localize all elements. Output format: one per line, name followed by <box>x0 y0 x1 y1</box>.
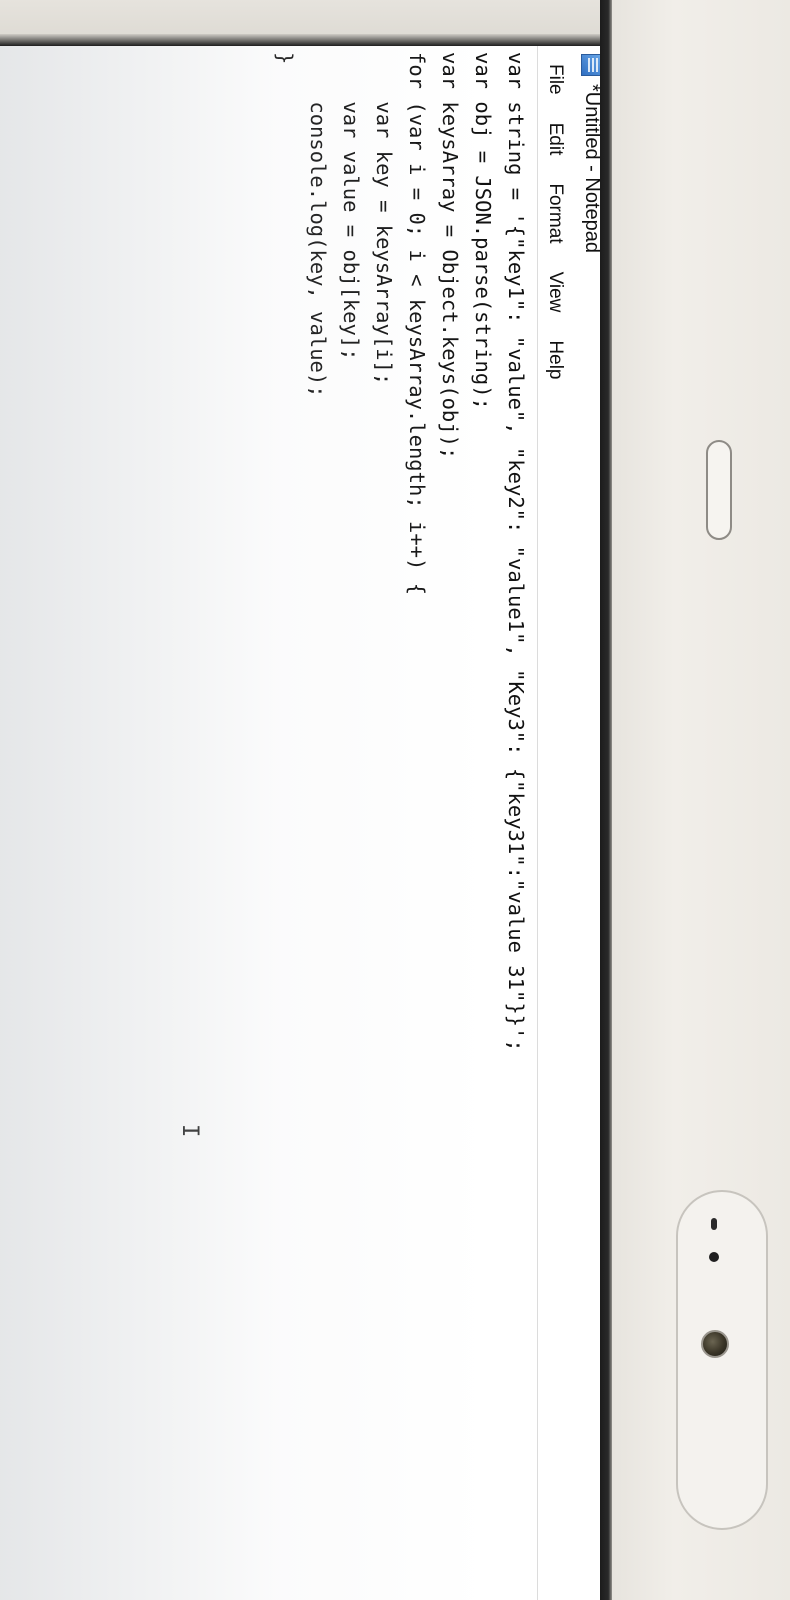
code-line: var keysArray = Object.keys(obj); <box>438 52 462 460</box>
menu-help[interactable]: Help <box>542 336 568 383</box>
code-line: } <box>273 52 297 65</box>
code-line: var value = obj[key]; <box>339 52 363 361</box>
sensor-icon <box>711 1218 717 1230</box>
camera-lens-icon <box>701 1330 729 1358</box>
code-line: var string = '{"key1": "value", "key2": … <box>504 52 528 1052</box>
code-line: var key = keysArray[i]; <box>372 52 396 386</box>
menu-bar: File Edit Format View Help <box>537 46 572 1600</box>
code-line: console.log(key, value); <box>306 52 330 398</box>
photo-scene: *Untitled - Notepad File Edit Format Vie… <box>0 0 790 1600</box>
monitor-button[interactable] <box>706 440 732 540</box>
code-line: for (var i = 0; i < keysArray.length; i+… <box>405 52 429 596</box>
menu-format[interactable]: Format <box>542 179 568 247</box>
menu-file[interactable]: File <box>542 60 568 99</box>
code-line: var obj = JSON.parse(string); <box>471 52 495 410</box>
camera-housing <box>676 1190 768 1530</box>
indicator-light-icon <box>709 1252 719 1262</box>
i-beam-cursor-icon: I <box>177 1124 202 1138</box>
monitor-top-edge <box>0 34 612 46</box>
menu-edit[interactable]: Edit <box>542 119 568 160</box>
notepad-window: *Untitled - Notepad File Edit Format Vie… <box>0 46 610 1600</box>
text-editor-area[interactable]: var string = '{"key1": "value", "key2": … <box>0 46 534 1600</box>
menu-view[interactable]: View <box>542 268 568 317</box>
